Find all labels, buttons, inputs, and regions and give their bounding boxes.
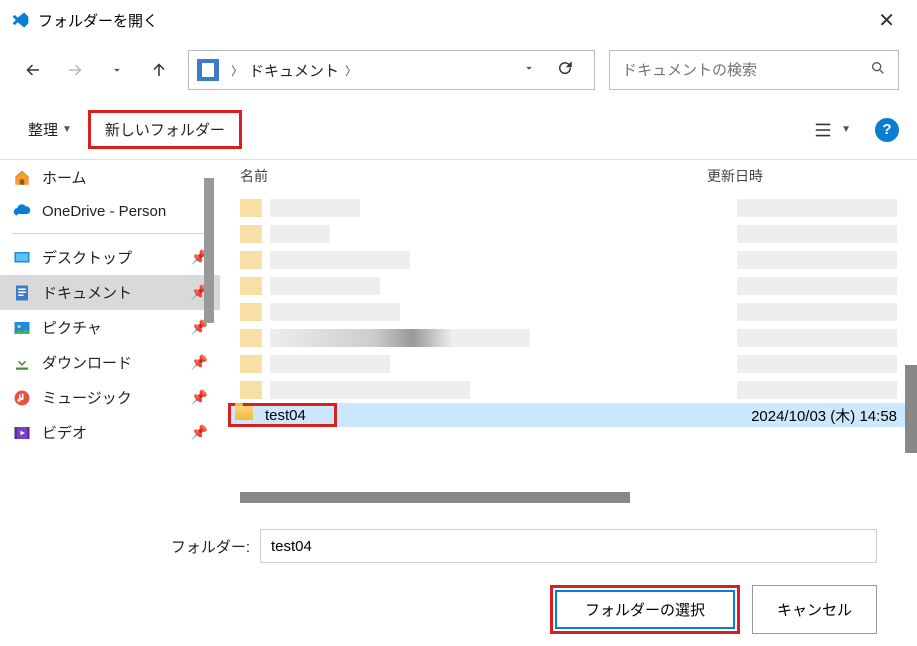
- recent-dropdown[interactable]: [102, 55, 132, 85]
- chevron-down-icon: ▼: [841, 124, 851, 135]
- file-row[interactable]: [228, 221, 909, 247]
- video-icon: [12, 424, 32, 442]
- content-area: ホーム OneDrive - Person デスクトップ 📌 ドキュメント 📌 …: [0, 160, 917, 505]
- toolbar: 整理▼ 新しいフォルダー ▼ ?: [0, 104, 917, 160]
- up-button[interactable]: [144, 55, 174, 85]
- sidebar-item-pictures[interactable]: ピクチャ 📌: [0, 310, 220, 345]
- back-button[interactable]: [18, 55, 48, 85]
- refresh-button[interactable]: [544, 59, 586, 82]
- document-icon: [12, 284, 32, 302]
- folder-label: フォルダー:: [20, 536, 260, 557]
- pictures-icon: [12, 319, 32, 337]
- breadcrumb[interactable]: 〉 ドキュメント 〉: [225, 60, 514, 81]
- divider: [12, 233, 208, 234]
- folder-date: 2024/10/03 (木) 14:58: [751, 405, 897, 426]
- forward-button[interactable]: [60, 55, 90, 85]
- cloud-icon: [12, 202, 32, 220]
- list-header: 名前 更新日時: [220, 160, 917, 193]
- search-box[interactable]: [609, 50, 899, 90]
- download-icon: [12, 354, 32, 372]
- home-icon: [12, 169, 32, 187]
- folder-input[interactable]: [260, 529, 877, 563]
- address-dropdown[interactable]: [514, 61, 544, 80]
- file-list: ˆ 名前 更新日時 test04 2024/10/03 (木) 14:58: [220, 160, 917, 505]
- horizontal-scrollbar[interactable]: [240, 492, 630, 503]
- footer: フォルダー: フォルダーの選択 キャンセル: [0, 505, 917, 646]
- new-folder-button[interactable]: 新しいフォルダー: [88, 110, 242, 149]
- sidebar-item-home[interactable]: ホーム: [0, 160, 220, 195]
- sidebar-item-desktop[interactable]: デスクトップ 📌: [0, 240, 220, 275]
- sidebar: ホーム OneDrive - Person デスクトップ 📌 ドキュメント 📌 …: [0, 160, 220, 505]
- file-row[interactable]: [228, 325, 909, 351]
- column-date[interactable]: 更新日時: [707, 166, 897, 186]
- chevron-right-icon: 〉: [345, 62, 357, 79]
- sidebar-item-onedrive[interactable]: OneDrive - Person: [0, 195, 220, 227]
- breadcrumb-current[interactable]: ドキュメント: [249, 60, 339, 81]
- help-button[interactable]: ?: [875, 118, 899, 142]
- music-icon: [12, 389, 32, 407]
- sort-indicator: ˆ: [439, 160, 442, 169]
- file-row[interactable]: [228, 351, 909, 377]
- pin-icon: 📌: [191, 354, 208, 371]
- titlebar: フォルダーを開く ✕: [0, 0, 917, 40]
- search-input[interactable]: [622, 62, 870, 79]
- chevron-down-icon: ▼: [62, 124, 72, 135]
- file-row[interactable]: [228, 195, 909, 221]
- column-name[interactable]: 名前: [240, 166, 707, 186]
- sidebar-item-downloads[interactable]: ダウンロード 📌: [0, 345, 220, 380]
- folder-name: test04: [265, 407, 330, 424]
- sidebar-scrollbar[interactable]: [204, 178, 214, 323]
- vscode-icon: [10, 10, 30, 30]
- chevron-right-icon: 〉: [231, 62, 243, 79]
- address-bar[interactable]: 〉 ドキュメント 〉: [188, 50, 595, 90]
- pin-icon: 📌: [191, 424, 208, 441]
- view-options-button[interactable]: ▼: [803, 116, 861, 144]
- file-row-selected[interactable]: test04 2024/10/03 (木) 14:58: [228, 403, 909, 427]
- close-button[interactable]: ✕: [866, 4, 907, 37]
- vertical-scrollbar[interactable]: [905, 365, 917, 453]
- sidebar-item-music[interactable]: ミュージック 📌: [0, 380, 220, 415]
- cancel-button[interactable]: キャンセル: [752, 585, 877, 634]
- select-folder-button[interactable]: フォルダーの選択: [555, 590, 735, 629]
- sidebar-item-videos[interactable]: ビデオ 📌: [0, 415, 220, 450]
- window-title: フォルダーを開く: [38, 10, 866, 31]
- file-row[interactable]: [228, 273, 909, 299]
- documents-icon: [197, 59, 219, 81]
- file-row[interactable]: [228, 247, 909, 273]
- sidebar-item-documents[interactable]: ドキュメント 📌: [0, 275, 220, 310]
- file-row[interactable]: [228, 377, 909, 403]
- desktop-icon: [12, 249, 32, 267]
- nav-row: 〉 ドキュメント 〉: [0, 40, 917, 104]
- pin-icon: 📌: [191, 389, 208, 406]
- organize-button[interactable]: 整理▼: [18, 113, 82, 146]
- file-row[interactable]: [228, 299, 909, 325]
- search-icon[interactable]: [870, 60, 886, 81]
